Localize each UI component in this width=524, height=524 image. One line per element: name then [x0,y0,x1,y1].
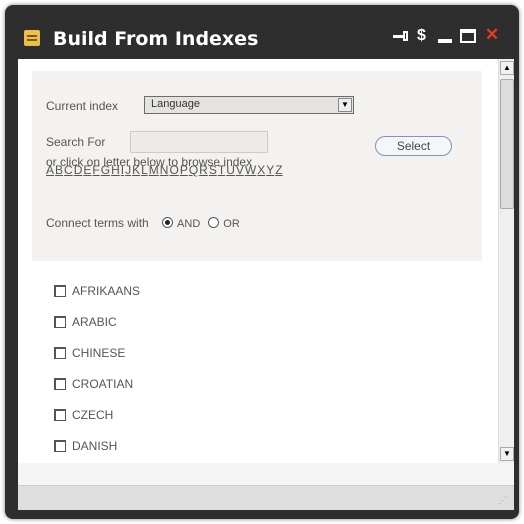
letter-link-a[interactable]: A [46,163,54,177]
select-button[interactable]: Select [375,136,452,156]
resize-grip-icon[interactable]: ⋰ [498,495,508,505]
letter-link-g[interactable]: G [101,163,110,177]
radio-label-or: OR [223,218,240,230]
connect-terms-row: Connect terms with AND OR [46,216,248,230]
list-item[interactable]: AFRIKAANS [54,284,140,300]
list-item[interactable]: CHINESE [54,346,125,362]
document-icon [24,30,40,46]
letter-link-j[interactable]: J [125,163,131,177]
current-index-value: Language [151,98,200,110]
refresh-icon[interactable]: $ [417,27,426,45]
radio-or[interactable] [208,217,220,228]
scroll-thumb[interactable] [500,79,514,209]
letter-link-e[interactable]: E [83,163,91,177]
letter-link-z[interactable]: Z [275,163,282,177]
letter-link-v[interactable]: V [236,163,244,177]
letter-link-r[interactable]: R [199,163,208,177]
scroll-up-icon[interactable]: ▲ [500,61,514,75]
language-checkbox[interactable] [54,440,66,452]
title-bar[interactable]: Build From Indexes $ ✕ [5,5,519,59]
maximize-icon[interactable] [460,29,476,43]
content-area: Current index Language ▼ Search For Sele… [18,59,506,463]
letter-link-q[interactable]: Q [189,163,198,177]
language-checkbox[interactable] [54,409,66,421]
language-label: CZECH [72,408,114,422]
language-label: CROATIAN [72,377,134,391]
pin-icon[interactable] [393,27,411,45]
letter-link-m[interactable]: M [149,163,159,177]
language-label: AFRIKAANS [72,284,141,298]
build-from-indexes-window: Build From Indexes $ ✕ Current index Lan… [5,5,519,519]
vertical-scrollbar[interactable]: ▲ ▼ [498,59,514,463]
letter-link-s[interactable]: S [209,163,217,177]
letter-link-u[interactable]: U [226,163,235,177]
letter-link-f[interactable]: F [92,163,99,177]
language-checkbox[interactable] [54,378,66,390]
close-icon[interactable]: ✕ [485,26,499,44]
window-title: Build From Indexes [53,28,259,50]
letter-link-k[interactable]: K [132,163,140,177]
language-checkbox[interactable] [54,285,66,297]
letter-link-b[interactable]: B [55,163,63,177]
letter-link-n[interactable]: N [160,163,169,177]
letter-link-p[interactable]: P [180,163,188,177]
language-checkbox[interactable] [54,316,66,328]
status-bar: ⋰ [18,463,514,510]
list-item[interactable]: CZECH [54,408,113,424]
list-item[interactable]: DANISH [54,439,117,455]
letter-link-o[interactable]: O [169,163,178,177]
letter-index: ABCDEFGHIJKLMNOPQRSTUVWXYZ [46,163,284,177]
current-index-label: Current index [46,99,119,113]
list-item[interactable]: ARABIC [54,315,117,331]
letter-link-t[interactable]: T [218,163,225,177]
search-label: Search For [46,135,106,149]
list-item[interactable]: CROATIAN [54,377,133,393]
letter-link-w[interactable]: W [245,163,256,177]
letter-link-i[interactable]: I [121,163,124,177]
radio-label-and: AND [177,218,201,230]
radio-and[interactable] [162,217,174,228]
language-checkbox[interactable] [54,347,66,359]
letter-link-c[interactable]: C [64,163,73,177]
letter-link-h[interactable]: H [111,163,120,177]
search-input[interactable] [130,131,268,153]
footer-strip [18,485,514,510]
minimize-icon[interactable] [438,27,452,45]
scroll-down-icon[interactable]: ▼ [500,447,514,461]
language-label: ARABIC [72,315,117,329]
current-index-select[interactable]: Language ▼ [144,96,354,114]
language-label: CHINESE [72,346,126,360]
language-label: DANISH [72,439,118,453]
connect-label: Connect terms with [46,216,149,230]
chevron-down-icon[interactable]: ▼ [338,98,352,112]
letter-link-l[interactable]: L [141,163,148,177]
letter-link-y[interactable]: Y [266,163,274,177]
letter-link-d[interactable]: D [74,163,83,177]
letter-link-x[interactable]: X [257,163,265,177]
